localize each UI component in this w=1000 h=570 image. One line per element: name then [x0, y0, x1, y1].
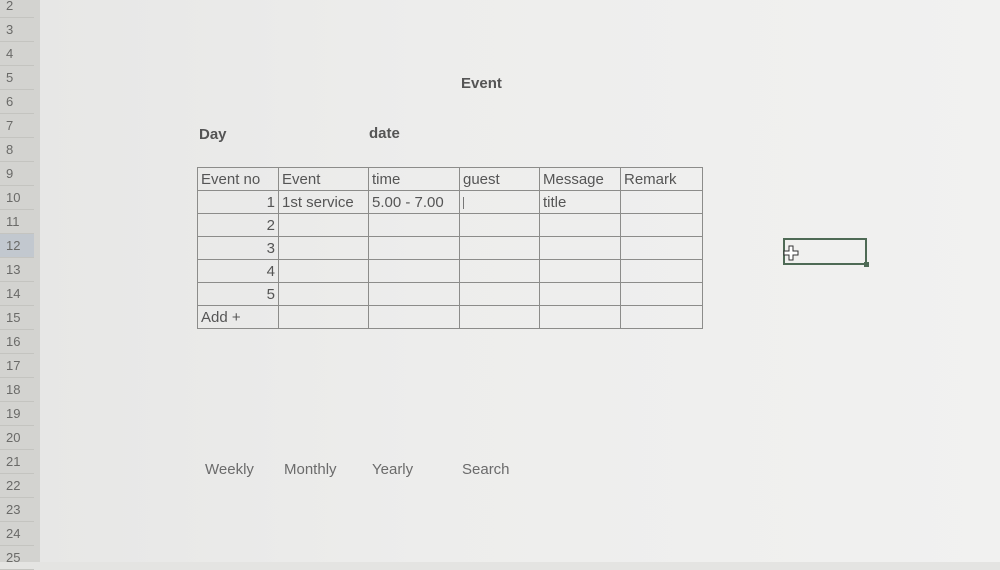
guest-cell[interactable]: [459, 236, 540, 260]
sheet-title: Event: [461, 75, 502, 92]
remark-cell[interactable]: [620, 236, 703, 260]
event-table: Event no Event time guest Message Remark…: [197, 167, 703, 329]
date-label: date: [369, 125, 400, 142]
day-label: Day: [199, 126, 227, 143]
message-cell[interactable]: [539, 213, 621, 237]
message-cell[interactable]: [539, 259, 621, 283]
empty-cell[interactable]: [620, 305, 703, 329]
row-number[interactable]: 9: [0, 162, 34, 186]
row-number[interactable]: 16: [0, 330, 34, 354]
message-cell[interactable]: title: [539, 190, 621, 214]
event-cell[interactable]: [278, 213, 369, 237]
table-row: 3: [197, 236, 703, 260]
header-guest[interactable]: guest: [459, 167, 540, 191]
guest-cell[interactable]: [459, 282, 540, 306]
table-row-add: Add +: [197, 305, 703, 329]
event-no-cell[interactable]: 2: [197, 213, 279, 237]
row-number[interactable]: 17: [0, 354, 34, 378]
time-cell[interactable]: [368, 259, 460, 283]
remark-cell[interactable]: [620, 190, 703, 214]
add-row-button[interactable]: Add +: [197, 305, 279, 329]
time-cell[interactable]: [368, 236, 460, 260]
time-cell[interactable]: [368, 213, 460, 237]
remark-cell[interactable]: [620, 213, 703, 237]
guest-cell[interactable]: [459, 213, 540, 237]
guest-cell[interactable]: [459, 190, 540, 214]
row-number[interactable]: 6: [0, 90, 34, 114]
event-cell[interactable]: [278, 282, 369, 306]
row-number[interactable]: 18: [0, 378, 34, 402]
row-header-column: 2 3 4 5 6 7 8 9 10 11 12 13 14 15 16 17 …: [0, 0, 41, 570]
message-cell[interactable]: [539, 282, 621, 306]
table-row: 5: [197, 282, 703, 306]
remark-cell[interactable]: [620, 282, 703, 306]
message-cell[interactable]: [539, 236, 621, 260]
row-number[interactable]: 11: [0, 210, 34, 234]
empty-cell[interactable]: [539, 305, 621, 329]
table-row: 2: [197, 213, 703, 237]
row-number[interactable]: 13: [0, 258, 34, 282]
row-number[interactable]: 15: [0, 306, 34, 330]
time-cell[interactable]: 5.00 - 7.00: [368, 190, 460, 214]
row-number[interactable]: 3: [0, 18, 34, 42]
row-number[interactable]: 2: [0, 0, 34, 18]
header-message[interactable]: Message: [539, 167, 621, 191]
event-no-cell[interactable]: 3: [197, 236, 279, 260]
table-header-row: Event no Event time guest Message Remark: [197, 167, 703, 191]
row-number[interactable]: 8: [0, 138, 34, 162]
header-time[interactable]: time: [368, 167, 460, 191]
row-number[interactable]: 24: [0, 522, 34, 546]
dash-mark: [463, 197, 464, 209]
row-number[interactable]: 25: [0, 546, 34, 570]
search-link[interactable]: Search: [462, 461, 510, 478]
weekly-link[interactable]: Weekly: [205, 461, 254, 478]
table-row: 1 1st service 5.00 - 7.00 title: [197, 190, 703, 214]
monthly-link[interactable]: Monthly: [284, 461, 337, 478]
row-number[interactable]: 19: [0, 402, 34, 426]
table-row: 4: [197, 259, 703, 283]
row-number[interactable]: 4: [0, 42, 34, 66]
guest-cell[interactable]: [459, 259, 540, 283]
event-no-cell[interactable]: 4: [197, 259, 279, 283]
row-number[interactable]: 22: [0, 474, 34, 498]
event-cell[interactable]: [278, 236, 369, 260]
event-cell[interactable]: 1st service: [278, 190, 369, 214]
cell-select-cross-icon: [783, 245, 799, 261]
header-event[interactable]: Event: [278, 167, 369, 191]
selected-cell[interactable]: [783, 238, 869, 267]
row-number[interactable]: 7: [0, 114, 34, 138]
fill-handle[interactable]: [864, 262, 869, 267]
row-number[interactable]: 10: [0, 186, 34, 210]
event-no-cell[interactable]: 5: [197, 282, 279, 306]
header-event-no[interactable]: Event no: [197, 167, 279, 191]
row-number[interactable]: 20: [0, 426, 34, 450]
empty-cell[interactable]: [278, 305, 369, 329]
time-cell[interactable]: [368, 282, 460, 306]
yearly-link[interactable]: Yearly: [372, 461, 413, 478]
event-no-cell[interactable]: 1: [197, 190, 279, 214]
row-number[interactable]: 23: [0, 498, 34, 522]
row-number-selected[interactable]: 12: [0, 234, 34, 258]
remark-cell[interactable]: [620, 259, 703, 283]
header-remark[interactable]: Remark: [620, 167, 703, 191]
event-cell[interactable]: [278, 259, 369, 283]
row-number[interactable]: 21: [0, 450, 34, 474]
empty-cell[interactable]: [368, 305, 460, 329]
row-number[interactable]: 5: [0, 66, 34, 90]
empty-cell[interactable]: [459, 305, 540, 329]
row-number[interactable]: 14: [0, 282, 34, 306]
